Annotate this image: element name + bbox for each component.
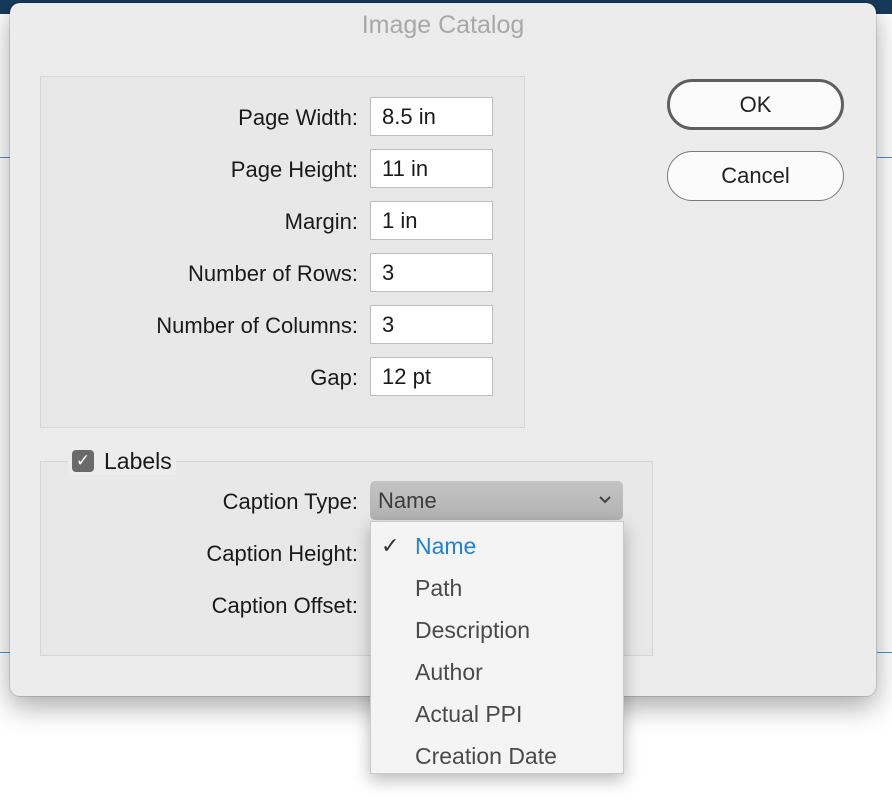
menu-item-label: Actual PPI xyxy=(415,701,523,727)
number-of-rows-field[interactable]: 3 xyxy=(370,253,493,292)
background-guide-line xyxy=(877,652,892,653)
number-of-rows-label: Number of Rows: xyxy=(188,261,358,286)
menu-item-name[interactable]: ✓ Name xyxy=(371,526,623,566)
menu-item-path[interactable]: Path xyxy=(371,568,623,608)
menu-item-label: Name xyxy=(415,533,477,559)
labels-checkbox-label: Labels xyxy=(104,447,172,474)
checkmark-icon: ✓ xyxy=(381,533,400,558)
menu-item-label: Creation Date xyxy=(415,743,557,769)
page-width-field[interactable]: 8.5 in xyxy=(370,97,493,136)
background-guide-line xyxy=(877,157,892,158)
caption-type-select[interactable]: Name xyxy=(370,481,623,520)
caption-offset-label: Caption Offset: xyxy=(211,593,358,618)
number-of-columns-field[interactable]: 3 xyxy=(370,305,493,344)
menu-item-label: Path xyxy=(415,575,463,601)
menu-item-creation-date[interactable]: Creation Date xyxy=(371,736,623,776)
labels-checkbox-row[interactable]: ✓ Labels xyxy=(68,447,176,475)
caption-type-value: Name xyxy=(378,488,437,513)
ok-button[interactable]: OK xyxy=(667,79,844,130)
dialog-title: Image Catalog xyxy=(361,11,525,39)
margin-label: Margin: xyxy=(284,209,358,234)
page-height-label: Page Height: xyxy=(230,157,358,182)
page-width-label: Page Width: xyxy=(238,105,358,130)
caption-height-label: Caption Height: xyxy=(206,541,358,566)
labels-checkbox[interactable]: ✓ xyxy=(72,450,94,472)
menu-item-author[interactable]: Author xyxy=(371,652,623,692)
page-height-field[interactable]: 11 in xyxy=(370,149,493,188)
menu-item-label: Author xyxy=(415,659,483,685)
menu-item-actual-ppi[interactable]: Actual PPI xyxy=(371,694,623,734)
number-of-columns-label: Number of Columns: xyxy=(156,313,358,338)
margin-field[interactable]: 1 in xyxy=(370,201,493,240)
menu-item-description[interactable]: Description xyxy=(371,610,623,650)
caption-type-dropdown-menu: ✓ Name Path Description Author Actual PP… xyxy=(370,521,624,774)
cancel-button[interactable]: Cancel xyxy=(667,151,844,201)
background-guide-line xyxy=(0,652,10,653)
background-guide-line xyxy=(0,157,10,158)
caption-type-label: Caption Type: xyxy=(222,489,358,514)
menu-item-label: Description xyxy=(415,617,531,643)
gap-label: Gap: xyxy=(310,365,358,390)
gap-field[interactable]: 12 pt xyxy=(370,357,493,396)
